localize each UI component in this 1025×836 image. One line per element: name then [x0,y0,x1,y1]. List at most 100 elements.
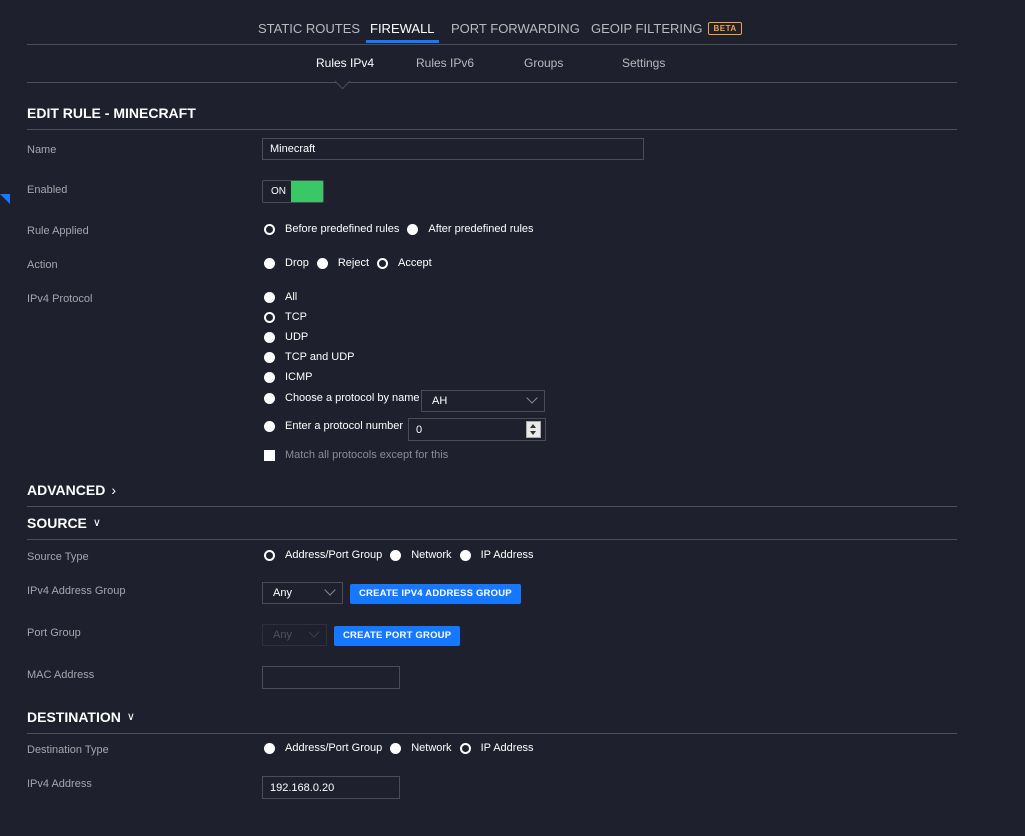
radio-label: Before predefined rules [285,223,400,235]
section-title: DESTINATION [27,709,121,725]
radio-label: ICMP [285,371,313,383]
name-label: Name [27,144,57,156]
top-tabs: STATIC ROUTES FIREWALL PORT FORWARDING G… [27,0,957,45]
tab-label: GEOIP FILTERING [591,21,703,36]
ipv4-address-group-select[interactable]: Any [262,582,343,604]
input-value: 0 [416,424,423,436]
radio-accept[interactable]: Accept [377,257,432,269]
radio-protocol-by-name[interactable]: Choose a protocol by name [264,392,420,404]
subtab-rules-ipv6[interactable]: Rules IPv6 [416,56,474,70]
ipv4-address-input[interactable] [262,776,400,799]
advanced-section-toggle[interactable]: ADVANCED › [27,482,116,498]
subtab-groups[interactable]: Groups [524,56,563,70]
radio-label: Choose a protocol by name [285,392,420,404]
tab-port-forwarding[interactable]: PORT FORWARDING [451,21,580,36]
radio-unchecked-icon [264,291,275,303]
active-subtab-pointer [334,73,351,90]
radio-protocol-tcp-udp[interactable]: TCP and UDP [264,351,355,363]
tab-geoip-filtering[interactable]: GEOIP FILTERING BETA [591,21,742,36]
chevron-down-icon: ∨ [92,517,101,529]
rule-applied-label: Rule Applied [27,225,89,237]
radio-unchecked-icon [264,331,275,343]
subtab-settings[interactable]: Settings [622,56,665,70]
radio-unchecked-icon [264,351,275,363]
match-all-except-checkbox[interactable]: Match all protocols except for this [264,449,448,461]
radio-reject[interactable]: Reject [316,257,369,269]
radio-label: Drop [285,257,309,269]
radio-protocol-all[interactable]: All [264,291,297,303]
mac-address-input[interactable] [262,666,400,689]
divider [27,129,957,130]
radio-unchecked-icon [390,742,402,754]
select-value: Any [273,587,292,599]
sub-tabs: Rules IPv4 Rules IPv6 Groups Settings [27,44,957,90]
select-value: Any [273,629,292,641]
enabled-toggle[interactable]: ON [262,180,324,203]
radio-destination-ip-address[interactable]: IP Address [459,742,534,754]
protocol-number-input[interactable]: 0 [408,418,546,441]
spinner-down-icon[interactable] [530,431,536,435]
radio-checked-icon [264,311,275,323]
edit-rule-title: EDIT RULE - MINECRAFT [27,105,196,121]
divider [27,733,957,734]
radio-unchecked-icon [390,549,402,561]
radio-label: Accept [398,257,432,269]
radio-destination-address-port-group[interactable]: Address/Port Group [264,742,382,754]
radio-drop[interactable]: Drop [264,257,309,269]
tab-static-routes[interactable]: STATIC ROUTES [258,21,360,36]
radio-checked-icon [264,549,275,561]
tab-label: FIREWALL [370,21,435,36]
create-ipv4-address-group-button[interactable]: CREATE IPV4 ADDRESS GROUP [350,584,521,604]
radio-unchecked-icon [407,223,419,235]
section-title: SOURCE [27,515,87,531]
radio-after-predefined[interactable]: After predefined rules [407,223,534,235]
radio-before-predefined[interactable]: Before predefined rules [264,223,399,235]
mac-address-label: MAC Address [27,669,95,681]
create-port-group-button[interactable]: CREATE PORT GROUP [334,626,461,646]
rule-applied-radio-group: Before predefined rules After predefined… [264,223,542,235]
radio-source-network[interactable]: Network [390,549,452,561]
radio-unchecked-icon [264,257,275,269]
radio-label: Address/Port Group [285,742,383,754]
radio-protocol-tcp[interactable]: TCP [264,311,307,323]
source-type-label: Source Type [27,551,89,563]
radio-source-ip-address[interactable]: IP Address [459,549,534,561]
chevron-down-icon [308,626,320,638]
radio-unchecked-icon [264,420,275,432]
chevron-down-icon [324,584,336,596]
radio-label: TCP and UDP [285,351,355,363]
source-section-toggle[interactable]: SOURCE ∨ [27,515,101,531]
port-group-select: Any [262,624,327,646]
tab-label: PORT FORWARDING [451,21,580,36]
radio-protocol-by-number[interactable]: Enter a protocol number [264,420,403,432]
checkbox-label: Match all protocols except for this [285,449,449,461]
subtab-rules-ipv4[interactable]: Rules IPv4 [316,56,374,70]
enabled-label: Enabled [27,184,68,196]
destination-section-toggle[interactable]: DESTINATION ∨ [27,709,135,725]
ipv4-address-group-label: IPv4 Address Group [27,585,126,597]
name-input[interactable] [262,138,644,160]
tab-label: STATIC ROUTES [258,21,361,36]
chevron-down-icon [526,392,538,404]
radio-protocol-icmp[interactable]: ICMP [264,371,313,383]
select-value: AH [432,395,448,407]
number-spinner[interactable] [526,421,541,438]
active-tab-indicator [366,40,439,43]
radio-unchecked-icon [264,392,275,404]
spinner-up-icon[interactable] [530,424,536,428]
beta-badge: BETA [708,22,742,35]
radio-label: Network [411,549,452,561]
radio-label: TCP [285,311,307,323]
action-radio-group: Drop Reject Accept [264,257,440,269]
radio-protocol-udp[interactable]: UDP [264,331,308,343]
radio-source-address-port-group[interactable]: Address/Port Group [264,549,382,561]
radio-label: Enter a protocol number [285,420,404,432]
destination-type-label: Destination Type [27,744,109,756]
protocol-name-select[interactable]: AH [421,390,545,412]
action-label: Action [27,259,58,271]
radio-label: IP Address [480,742,534,754]
chevron-down-icon: ∨ [126,711,135,723]
radio-destination-network[interactable]: Network [390,742,452,754]
radio-checked-icon [264,223,275,235]
tab-firewall[interactable]: FIREWALL [366,21,439,43]
